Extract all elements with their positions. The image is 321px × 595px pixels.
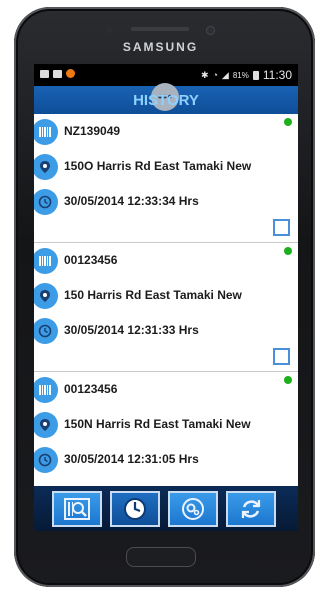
scan-icon [64,498,90,520]
brand-label: SAMSUNG [122,40,199,54]
item-address: 150O Harris Rd East Tamaki New [64,159,252,173]
history-item[interactable]: NZ139049 150O Harris Rd East Tamaki New … [34,114,298,243]
barcode-icon [34,119,58,145]
clock-icon [34,189,58,215]
location-pin-icon [34,283,58,309]
bluetooth-icon: ✱ [200,69,209,80]
status-dot [284,118,292,126]
item-code: NZ139049 [64,124,121,138]
home-key[interactable] [126,547,196,567]
status-dot [284,376,292,384]
wifi-icon: ◔ [212,70,218,80]
mail-icon [40,69,49,78]
barcode-icon [34,377,58,403]
history-list[interactable]: NZ139049 150O Harris Rd East Tamaki New … [34,114,298,486]
clock-time: 11:30 [262,68,292,82]
history-button[interactable] [110,491,160,527]
location-pin-icon [34,412,58,438]
title-bar: ••• HISTORY [34,83,298,114]
location-pin-icon [34,154,58,180]
item-datetime: 30/05/2014 12:31:33 Hrs [64,323,199,337]
select-checkbox[interactable] [273,348,290,365]
item-datetime: 30/05/2014 12:33:34 Hrs [64,194,199,208]
app-screen: ✱ ◔ ◢ 81% 11:30 ••• HISTORY NZ139049 150… [34,64,298,531]
item-address: 150 Harris Rd East Tamaki New [64,288,242,302]
barcode-icon [34,248,58,274]
status-dot [284,247,292,255]
signal-icon: ◢ [221,69,229,80]
clock-icon [34,318,58,344]
bottom-toolbar [34,486,298,531]
notification-icon [66,69,75,78]
item-datetime: 30/05/2014 12:31:05 Hrs [64,452,199,466]
item-code: 00123456 [64,382,118,396]
item-code: 00123456 [64,253,118,267]
select-checkbox[interactable] [273,219,290,236]
sync-icon [241,500,261,518]
proximity-sensor [107,28,112,33]
clock-icon [124,498,146,520]
item-address: 150N Harris Rd East Tamaki New [64,417,251,431]
battery-icon [252,70,259,80]
gallery-icon [53,69,62,78]
sync-button[interactable] [226,491,276,527]
clock-icon [34,447,58,473]
settings-button[interactable] [168,491,218,527]
speaker-grille [131,27,189,31]
history-item[interactable]: 00123456 150N Harris Rd East Tamaki New … [34,372,298,486]
history-item[interactable]: 00123456 150 Harris Rd East Tamaki New 3… [34,243,298,372]
settings-icon [182,498,204,520]
battery-percent: 81% [232,70,249,80]
scan-button[interactable] [52,491,102,527]
page-title: HISTORY [133,92,199,109]
front-camera [207,27,214,34]
